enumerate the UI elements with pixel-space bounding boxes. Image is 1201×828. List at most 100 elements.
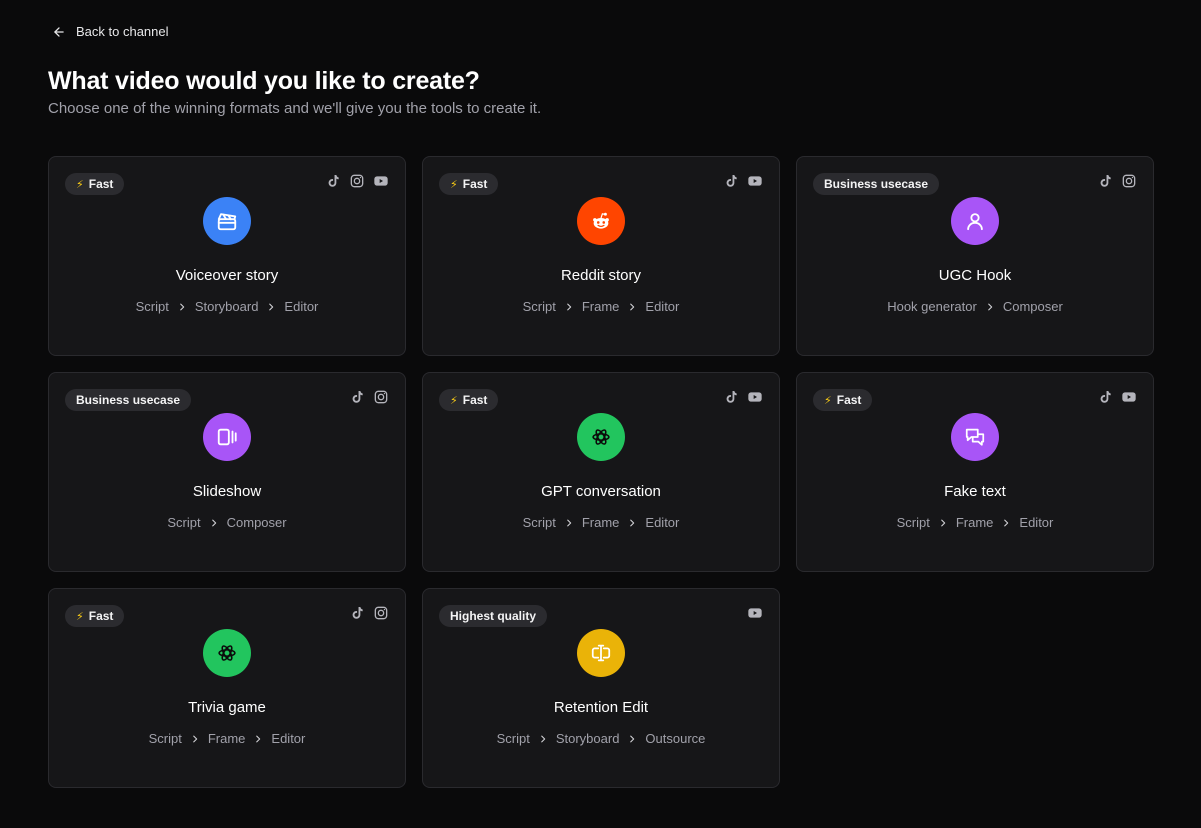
- step-label: Storyboard: [555, 731, 620, 746]
- step-label: Composer: [226, 515, 287, 530]
- format-card-voiceover-story[interactable]: ⚡ Fast Voiceover story Script Storyboard Edit…: [48, 156, 406, 356]
- platform-icons: [747, 605, 763, 621]
- card-title: Voiceover story: [175, 267, 279, 284]
- tiktok-icon: [723, 389, 739, 405]
- badge-label: Fast: [462, 393, 488, 407]
- card-steps: Script Frame Editor: [49, 731, 405, 746]
- badge-label: Fast: [462, 177, 488, 191]
- lightning-icon: ⚡: [824, 394, 832, 407]
- step-label: Frame: [581, 299, 620, 314]
- card-title: Trivia game: [188, 699, 266, 716]
- tiktok-icon: [1097, 389, 1113, 405]
- chevron-right-icon: [1004, 519, 1009, 526]
- card-badge: Highest quality: [439, 605, 548, 627]
- step-label: Frame: [581, 515, 620, 530]
- step-label: Hook generator: [887, 299, 977, 314]
- platform-icons: [723, 173, 763, 189]
- lightning-icon: ⚡: [76, 178, 84, 191]
- lightning-icon: ⚡: [76, 610, 84, 623]
- card-title: Fake text: [944, 483, 1006, 500]
- card-steps: Script Frame Editor: [797, 515, 1153, 530]
- tiktok-icon: [349, 389, 365, 405]
- card-title: Reddit story: [560, 267, 642, 284]
- step-label: Editor: [1019, 515, 1054, 530]
- format-card-reddit-story[interactable]: ⚡ Fast Reddit story Script Frame Editor: [422, 156, 780, 356]
- card-steps: Hook generator Composer: [797, 299, 1153, 314]
- platform-icons: [1097, 389, 1137, 405]
- step-label: Outsource: [645, 731, 706, 746]
- openai-icon: [577, 413, 625, 461]
- card-steps: Script Frame Editor: [423, 515, 779, 530]
- chevron-right-icon: [941, 519, 946, 526]
- step-label: Frame: [955, 515, 994, 530]
- platform-icons: [1097, 173, 1137, 189]
- card-badge: Business usecase: [65, 389, 192, 411]
- format-card-fake-text[interactable]: ⚡ Fast Fake text Script Frame Editor: [796, 372, 1154, 572]
- chevron-right-icon: [256, 735, 261, 742]
- card-title: UGC Hook: [938, 267, 1012, 284]
- lightning-icon: ⚡: [450, 178, 458, 191]
- reddit-icon: [577, 197, 625, 245]
- step-label: Script: [135, 299, 169, 314]
- chevron-right-icon: [211, 519, 216, 526]
- step-label: Script: [148, 731, 182, 746]
- badge-label: Fast: [88, 609, 114, 623]
- card-badge: ⚡ Fast: [65, 173, 125, 195]
- platform-icons: [349, 605, 389, 621]
- chevron-right-icon: [567, 303, 572, 310]
- step-label: Frame: [207, 731, 246, 746]
- tiktok-icon: [1097, 173, 1113, 189]
- card-steps: Script Storyboard Editor: [49, 299, 405, 314]
- youtube-icon: [747, 605, 763, 621]
- format-grid: ⚡ Fast Voiceover story Script Storyboard Edit…: [48, 156, 1154, 788]
- youtube-icon: [1121, 389, 1137, 405]
- card-badge: ⚡ Fast: [65, 605, 125, 627]
- lightning-icon: ⚡: [450, 394, 458, 407]
- back-to-channel-link[interactable]: Back to channel: [52, 24, 169, 39]
- format-card-slideshow[interactable]: Business usecase Slideshow Script Composer: [48, 372, 406, 572]
- chevron-right-icon: [541, 735, 546, 742]
- step-label: Editor: [645, 515, 680, 530]
- step-label: Script: [167, 515, 201, 530]
- platform-icons: [723, 389, 763, 405]
- card-title: Slideshow: [192, 483, 262, 500]
- step-label: Editor: [271, 731, 306, 746]
- chevron-right-icon: [988, 303, 993, 310]
- card-steps: Script Storyboard Outsource: [423, 731, 779, 746]
- clapperboard-icon: [203, 197, 251, 245]
- text-cursor-icon: [577, 629, 625, 677]
- step-label: Script: [496, 731, 530, 746]
- instagram-icon: [1121, 173, 1137, 189]
- format-card-trivia-game[interactable]: ⚡ Fast Trivia game Script Frame Editor: [48, 588, 406, 788]
- tiktok-icon: [349, 605, 365, 621]
- youtube-icon: [747, 389, 763, 405]
- format-card-ugc-hook[interactable]: Business usecase UGC Hook Hook generator Co…: [796, 156, 1154, 356]
- card-title: Retention Edit: [553, 699, 649, 716]
- chevron-right-icon: [269, 303, 274, 310]
- chevron-right-icon: [567, 519, 572, 526]
- step-label: Script: [522, 299, 556, 314]
- platform-icons: [325, 173, 389, 189]
- openai-icon: [203, 629, 251, 677]
- instagram-icon: [373, 605, 389, 621]
- step-label: Editor: [284, 299, 319, 314]
- chevron-right-icon: [180, 303, 185, 310]
- card-title: GPT conversation: [541, 483, 661, 500]
- chevron-right-icon: [193, 735, 198, 742]
- platform-icons: [349, 389, 389, 405]
- badge-label: Highest quality: [450, 609, 537, 623]
- card-badge: ⚡ Fast: [813, 389, 873, 411]
- page: Back to channel What video would you lik…: [0, 0, 1201, 828]
- chevron-right-icon: [630, 303, 635, 310]
- badge-label: Fast: [88, 177, 114, 191]
- chat-icon: [951, 413, 999, 461]
- badge-label: Business usecase: [76, 393, 181, 407]
- youtube-icon: [373, 173, 389, 189]
- format-card-retention-edit[interactable]: Highest quality Retention Edit Script Story…: [422, 588, 780, 788]
- step-label: Storyboard: [194, 299, 259, 314]
- chevron-right-icon: [630, 519, 635, 526]
- card-steps: Script Composer: [49, 515, 405, 530]
- page-subtitle: Choose one of the winning formats and we…: [48, 100, 542, 117]
- tiktok-icon: [723, 173, 739, 189]
- format-card-gpt-conversation[interactable]: ⚡ Fast GPT conversation Script Frame Editor: [422, 372, 780, 572]
